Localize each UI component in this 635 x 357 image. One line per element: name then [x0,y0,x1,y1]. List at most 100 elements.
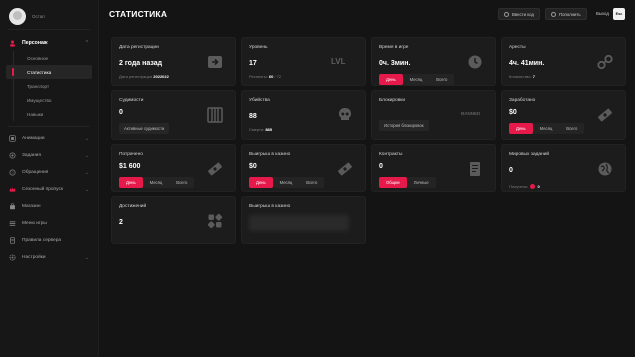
card-registration: Дата регистрации 2 года назад Дата регис… [111,37,236,86]
period-day-button[interactable]: День [119,177,143,188]
calendar-exit-icon [208,56,222,68]
sidebar-submenu: Основное Статистика Транспорт Имущество … [0,51,98,121]
avatar [9,7,26,25]
card-label: Выигрыш в казино [249,152,291,157]
card-subtext: Смерти: 885 [249,127,272,132]
period-all-button[interactable]: Всего [559,123,584,134]
handcuffs-icon [597,54,613,70]
card-playtime: Время в игре 0ч. 3мин. День Месяц Всего [371,37,496,86]
reward-icon [530,184,536,190]
card-convictions: Судимости 0 Активные судимости [111,90,236,140]
sidebar-item-support[interactable]: ? Обращения ⌄ [0,164,98,181]
clock-icon [468,55,482,69]
period-day-button[interactable]: День [249,177,273,188]
sidebar-group-personal[interactable]: Персонаж ⌃ [0,35,98,51]
sidebar-item-label: Меню игры [22,221,47,226]
blurred-content [249,215,349,231]
money-ticket-icon [208,162,222,176]
card-label: Потрачено [119,152,143,157]
sidebar-divider [8,126,90,127]
card-world-tasks: Мировых заданий 0 Получено: 0 [501,144,626,192]
person-icon [10,40,15,47]
sidebar-item-animations[interactable]: Анимации ⌄ [0,130,98,147]
exit-esc-button[interactable]: Esc [613,8,625,20]
card-label: Дата регистрации [119,45,159,50]
globe-icon [598,162,612,176]
money-ticket-icon [338,162,352,176]
banned-stamp-icon: BANNED [461,111,481,116]
sidebar-item-label: Сезонный пропуск [22,187,63,192]
redeem-code-button[interactable]: Ввести код [498,8,540,20]
sidebar-item-skills[interactable]: Навыки [6,107,92,121]
card-arrests: Аресты 4ч. 41мин. Количество: 7 [501,37,626,86]
svg-text:?: ? [12,171,14,175]
sidebar-item-transport[interactable]: Транспорт [6,79,92,93]
sidebar-item-season-pass[interactable]: Сезонный пропуск ⌄ [0,181,98,198]
card-label: Убийства [249,98,270,103]
period-day-button[interactable]: День [379,74,403,85]
period-day-button[interactable]: День [509,123,533,134]
sidebar-group-label: Персонаж [22,40,48,46]
contracts-toggle: Общие Личные [379,177,436,188]
top-up-label: Пополнить [559,11,581,17]
page-title: СТАТИСТИКА [109,9,168,19]
top-up-button[interactable]: Пополнить [545,8,587,20]
animation-icon [9,135,16,142]
card-label: Выигрыш в казино [249,204,291,209]
sidebar-item-game-menu[interactable]: Меню игры [0,215,98,232]
card-label: Уровень [249,45,268,50]
chevron-down-icon: ⌄ [84,254,89,261]
card-subtext: Количество: 7 [509,74,535,79]
wallet-icon [551,11,556,17]
card-earned: Заработано $0 День Месяц Всего [501,90,626,140]
card-label: Мировых заданий [509,152,550,157]
card-level: Уровень 17 Респекты: 60 / 72 LVL [241,37,366,86]
sidebar-item-label: Правила сервера [22,238,62,243]
contracts-personal-button[interactable]: Личные [407,177,436,188]
sidebar-item-label: Настройки [22,255,46,260]
chevron-down-icon: ⌄ [84,186,89,193]
period-month-button[interactable]: Месяц [403,74,430,85]
sidebar-item-label: Магазин [22,204,41,209]
document-icon [470,162,480,176]
code-icon [504,11,509,17]
period-month-button[interactable]: Месяц [273,177,300,188]
chevron-down-icon: ⌄ [84,135,89,142]
period-month-button[interactable]: Месяц [143,177,170,188]
active-convictions-button[interactable]: Активные судимости [119,123,170,134]
sidebar-item-basic[interactable]: Основное [6,51,92,65]
sidebar-item-statistics[interactable]: Статистика [6,65,92,79]
period-all-button[interactable]: Всего [299,177,324,188]
card-label: Время в игре [379,45,409,50]
sidebar-divider [8,29,90,30]
sidebar: Остап Персонаж ⌃ Основное Статистика Тра… [0,0,99,357]
card-subtext: Получено: 0 [509,184,540,190]
contracts-common-button[interactable]: Общие [379,177,407,188]
period-month-button[interactable]: Месяц [533,123,560,134]
settings-icon [9,254,16,261]
period-toggle: День Месяц Всего [249,177,325,188]
period-all-button[interactable]: Всего [169,177,194,188]
card-label: Судимости [119,98,144,103]
level-badge-icon: LVL [331,57,346,66]
sidebar-item-label: Обращения [22,170,49,175]
shop-icon [10,203,15,210]
sidebar-item-settings[interactable]: Настройки ⌄ [0,249,98,266]
period-all-button[interactable]: Всего [429,74,454,85]
sidebar-item-tasks[interactable]: Задания ⌄ [0,147,98,164]
sidebar-item-shop[interactable]: Магазин [0,198,98,215]
money-ticket-icon [598,108,612,122]
sidebar-item-property[interactable]: Имущество [6,93,92,107]
card-contracts: Контракты 0 Общие Личные [371,144,496,192]
sidebar-item-rules[interactable]: Правила сервера [0,232,98,249]
rules-icon [10,237,15,244]
card-hidden-casino: Выигрыш в казино [241,196,366,244]
sidebar-item-label: Задания [22,153,41,158]
tasks-icon [9,152,16,159]
card-spent: Потрачено $1 600 День Месяц Всего [111,144,236,192]
redeem-code-label: Ввести код [512,11,534,17]
card-subtext: Дата регистрации 2022022 [119,74,169,79]
ban-history-button[interactable]: История блокировок [379,120,429,131]
card-subtext: Респекты: 60 / 72 [249,74,282,79]
profile[interactable]: Остап [0,3,98,29]
